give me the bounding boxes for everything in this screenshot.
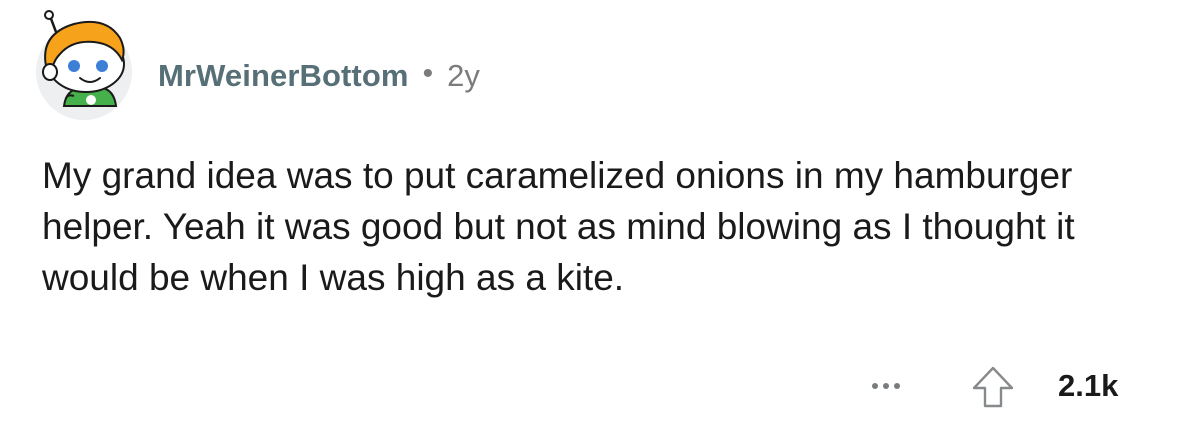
more-options-button[interactable]: [860, 368, 912, 404]
avatar[interactable]: [36, 10, 132, 120]
username-link[interactable]: MrWeinerBottom: [158, 58, 409, 94]
comment-body: My grand idea was to put caramelized oni…: [42, 155, 1075, 298]
comment-header: MrWeinerBottom • 2y: [158, 52, 480, 100]
comment-actions: 2.1k: [0, 362, 1179, 410]
more-options-icon-dot: [883, 383, 889, 389]
more-options-icon: [872, 383, 878, 389]
comment-card: MrWeinerBottom • 2y My grand idea was to…: [0, 0, 1179, 429]
meta-separator: •: [422, 57, 434, 90]
comment-age: 2y: [447, 58, 480, 93]
upvote-button[interactable]: [970, 364, 1016, 410]
upvote-arrow-icon: [972, 366, 1014, 408]
vote-score: 2.1k: [1058, 368, 1119, 403]
more-options-icon-dot: [894, 383, 900, 389]
snoo-avatar-icon: [42, 10, 125, 107]
